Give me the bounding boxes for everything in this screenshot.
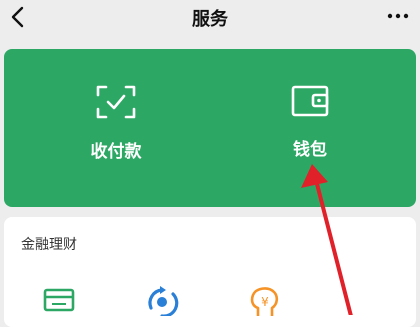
page-title: 服务	[192, 9, 228, 30]
payment-wallet-card: 收付款 钱包	[4, 49, 416, 207]
wallet-button[interactable]: 钱包	[240, 85, 380, 160]
finance-card: 金融理财 ¥	[4, 217, 416, 327]
finance-section-title: 金融理财	[21, 237, 77, 253]
credit-card-icon[interactable]	[42, 286, 76, 316]
scan-check-icon	[96, 85, 136, 119]
wealth-head-icon[interactable]: ¥	[248, 286, 282, 316]
receive-pay-button[interactable]: 收付款	[46, 85, 186, 162]
wallet-icon	[291, 85, 329, 117]
refresh-circle-icon[interactable]	[145, 286, 179, 316]
wallet-label: 钱包	[293, 140, 327, 160]
receive-pay-label: 收付款	[90, 142, 142, 162]
top-bar: 服务	[0, 0, 420, 40]
svg-text:¥: ¥	[261, 295, 269, 309]
more-options-icon[interactable]	[386, 8, 410, 24]
